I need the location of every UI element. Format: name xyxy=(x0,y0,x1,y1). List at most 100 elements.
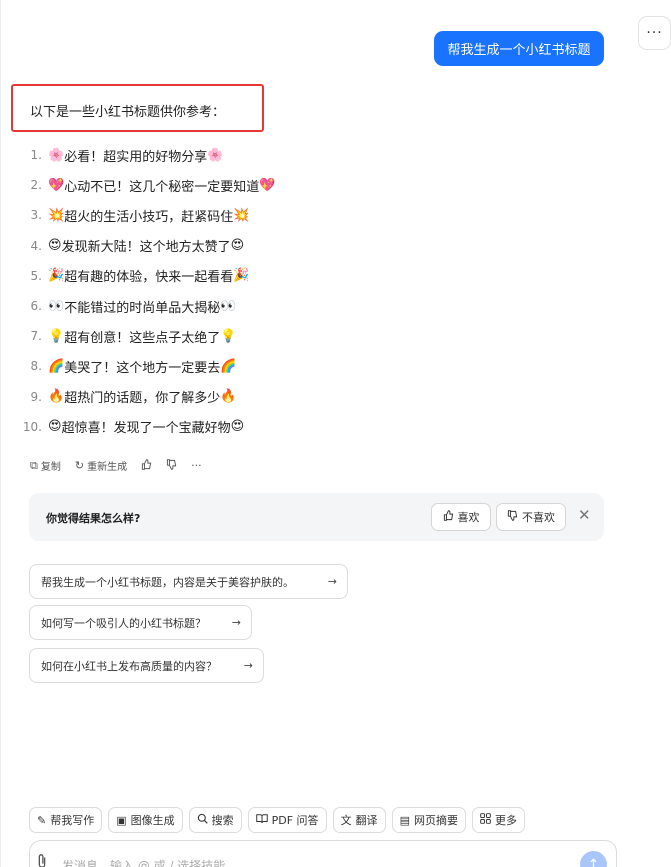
tool-write-button[interactable]: ✎ 帮我写作 xyxy=(29,807,103,833)
arrow-right-icon: → xyxy=(231,616,241,629)
thumbs-down-icon xyxy=(166,458,177,473)
suggestion-chip[interactable]: 如何写一个吸引人的小红书标题？ → xyxy=(29,605,252,640)
more-dots-icon: ··· xyxy=(191,459,202,472)
heart-emoji-icon: 💖 xyxy=(48,177,65,193)
more-dots-icon: ··· xyxy=(646,25,663,41)
thumbs-up-icon xyxy=(141,458,152,473)
heart-eyes-emoji-icon: 😍 xyxy=(48,238,62,254)
list-item-text: 发现新大陆！这个地方太赞了 xyxy=(61,240,231,256)
list-item-number: 4. xyxy=(30,238,42,253)
eyes-emoji-icon: 👀 xyxy=(48,298,65,314)
list-item-text: 超惊喜！发现了一个宝藏好物 xyxy=(61,421,231,437)
lightbulb-emoji-icon: 💡 xyxy=(220,328,237,344)
eyes-emoji-icon: 👀 xyxy=(220,298,237,314)
list-item: 7. 💡 超有创意！这些点子太绝了 💡 xyxy=(22,321,275,351)
tool-search-button[interactable]: 搜索 xyxy=(188,807,242,833)
list-item: 2. 💖 心动不已！这几个秘密一定要知道 💖 xyxy=(22,170,276,200)
copy-button[interactable]: ⧉ 复制 xyxy=(30,458,61,474)
close-icon[interactable]: ✕ xyxy=(578,506,591,524)
thumbs-down-button[interactable] xyxy=(166,458,177,473)
more-actions-button[interactable]: ··· xyxy=(191,459,202,472)
list-item-number: 9. xyxy=(30,389,42,404)
user-message-bubble: 帮我生成一个小红书标题 xyxy=(434,31,604,66)
user-message-text: 帮我生成一个小红书标题 xyxy=(447,43,591,58)
list-item: 1. 🌸 必看！超实用的好物分享 🌸 xyxy=(22,140,275,170)
translate-icon: 文 xyxy=(340,814,352,827)
feedback-question: 你觉得结果怎么样? xyxy=(46,512,141,525)
list-item-text: 心动不已！这几个秘密一定要知道 xyxy=(64,179,260,195)
composer-placeholder: 发消息、输入 @ 或 / 选择技能 xyxy=(62,859,226,867)
tool-label: 搜索 xyxy=(211,814,234,827)
list-item: 10. 😍 超惊喜！发现了一个宝藏好物 😍 xyxy=(22,412,275,442)
list-item: 5. 🎉 超有趣的体验，快来一起看看 🎉 xyxy=(22,261,275,291)
heart-emoji-icon: 💖 xyxy=(259,177,276,193)
list-item-number: 6. xyxy=(30,299,42,314)
suggestion-text: 如何在小红书上发布高质量的内容？ xyxy=(41,659,217,673)
list-item: 4. 😍 发现新大陆！这个地方太赞了 😍 xyxy=(22,231,275,261)
left-divider xyxy=(0,0,1,867)
suggestion-chip[interactable]: 帮我生成一个小红书标题，内容是关于美容护肤的。 → xyxy=(29,564,348,599)
page-icon: ▤ xyxy=(399,813,410,827)
tool-label: 更多 xyxy=(494,814,517,827)
skill-toolbar: ✎ 帮我写作 ▣ 图像生成 搜索 PDF 问答 文 翻译 ▤ 网页摘要 更多 xyxy=(29,807,525,833)
list-item-number: 8. xyxy=(30,359,42,374)
book-icon xyxy=(255,813,268,827)
fire-emoji-icon: 🔥 xyxy=(220,389,237,405)
fire-emoji-icon: 🔥 xyxy=(48,389,65,405)
arrow-up-icon: ↑ xyxy=(587,856,600,867)
dislike-button[interactable]: 不喜欢 xyxy=(496,503,566,531)
suggestion-text: 帮我生成一个小红书标题，内容是关于美容护肤的。 xyxy=(41,575,294,589)
sparkle-emoji-icon: 💥 xyxy=(233,207,250,223)
tool-more-button[interactable]: 更多 xyxy=(471,807,525,833)
list-item-text: 超热门的话题，你了解多少 xyxy=(64,391,221,407)
sparkle-emoji-icon: 💥 xyxy=(48,207,65,223)
more-options-button[interactable]: ··· xyxy=(638,16,671,50)
heart-eyes-emoji-icon: 😍 xyxy=(230,419,245,435)
lightbulb-emoji-icon: 💡 xyxy=(48,328,65,344)
tool-image-button[interactable]: ▣ 图像生成 xyxy=(108,807,183,833)
tool-label: 图像生成 xyxy=(130,814,175,827)
pen-icon: ✎ xyxy=(37,813,47,827)
refresh-icon: ↻ xyxy=(74,459,85,472)
rainbow-emoji-icon: 🌈 xyxy=(48,358,65,374)
list-item-number: 3. xyxy=(30,208,42,223)
tool-label: 网页摘要 xyxy=(413,814,458,827)
image-icon: ▣ xyxy=(116,813,127,827)
list-item-number: 2. xyxy=(30,178,42,193)
thumbs-down-icon xyxy=(507,510,518,524)
attachment-icon[interactable] xyxy=(36,853,48,867)
arrow-right-icon: → xyxy=(243,659,253,672)
copy-label: 复制 xyxy=(40,462,61,473)
tool-summary-button[interactable]: ▤ 网页摘要 xyxy=(391,807,466,833)
rainbow-emoji-icon: 🌈 xyxy=(220,358,237,374)
message-composer[interactable]: 发消息、输入 @ 或 / 选择技能 ↑ xyxy=(29,840,617,867)
suggestion-chip[interactable]: 如何在小红书上发布高质量的内容？ → xyxy=(29,648,264,683)
like-label: 喜欢 xyxy=(457,511,480,524)
send-button[interactable]: ↑ xyxy=(580,851,607,867)
list-item-text: 超有趣的体验，快来一起看看 xyxy=(64,270,234,286)
party-popper-emoji-icon: 🎉 xyxy=(233,268,250,284)
regenerate-button[interactable]: ↻ 重新生成 xyxy=(75,458,127,473)
tool-translate-button[interactable]: 文 翻译 xyxy=(332,807,386,833)
title-list: 1. 🌸 必看！超实用的好物分享 🌸 2. 💖 心动不已！这几个秘密一定要知道 💖 3. 💥 超… xyxy=(22,140,275,442)
list-item-text: 美哭了！这个地方一定要去 xyxy=(64,360,221,376)
tool-label: PDF 问答 xyxy=(271,814,319,827)
tool-pdf-button[interactable]: PDF 问答 xyxy=(247,807,327,833)
tool-label: 帮我写作 xyxy=(50,814,95,827)
regenerate-label: 重新生成 xyxy=(87,462,128,473)
thumbs-up-icon xyxy=(443,510,454,524)
list-item: 9. 🔥 超热门的话题，你了解多少 🔥 xyxy=(22,382,275,412)
arrow-right-icon: → xyxy=(327,575,337,588)
reply-intro: 以下是一些小红书标题供你参考： xyxy=(30,105,226,120)
list-item: 6. 👀 不能错过的时尚单品大揭秘 👀 xyxy=(22,291,275,321)
thumbs-up-button[interactable] xyxy=(141,458,152,473)
list-item-number: 7. xyxy=(30,329,42,344)
grid-icon xyxy=(480,813,491,827)
list-item-text: 超火的生活小技巧，赶紧码住 xyxy=(64,209,234,225)
suggestion-text: 如何写一个吸引人的小红书标题？ xyxy=(41,616,206,630)
list-item: 3. 💥 超火的生活小技巧，赶紧码住 💥 xyxy=(22,200,275,230)
list-item-text: 不能错过的时尚单品大揭秘 xyxy=(64,300,221,316)
like-button[interactable]: 喜欢 xyxy=(431,503,491,531)
list-item: 8. 🌈 美哭了！这个地方一定要去 🌈 xyxy=(22,351,275,381)
list-item-number: 10. xyxy=(22,419,42,434)
